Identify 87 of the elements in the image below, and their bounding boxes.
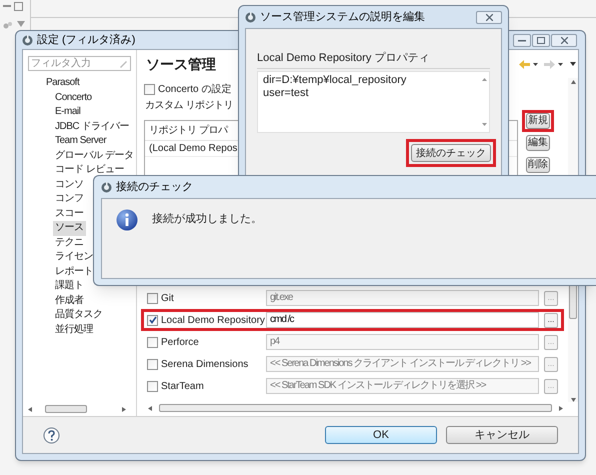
tree-item[interactable]: E-mail <box>53 105 82 120</box>
tree-item[interactable]: Team Server <box>53 134 108 148</box>
browse-button[interactable]: ... <box>544 312 558 328</box>
info-icon <box>116 209 138 231</box>
group-label: Local Demo Repository プロパティ <box>257 51 430 65</box>
up-arrow-icon <box>570 80 576 84</box>
input-field[interactable]: p4 <box>266 334 539 350</box>
tree-item[interactable]: Parasoft <box>44 76 82 90</box>
checkbox[interactable] <box>147 336 158 348</box>
scroll-thumb[interactable] <box>159 404 552 412</box>
properties-textarea[interactable]: dir=D:¥temp¥local_repository user=test <box>257 71 490 133</box>
scroll-thumb[interactable] <box>45 405 87 413</box>
down-arrow-icon <box>570 398 576 402</box>
app-icon <box>101 182 112 192</box>
button[interactable]: 編集 <box>526 135 550 151</box>
tree-item[interactable]: テクニ <box>53 236 86 250</box>
close-icon <box>560 36 568 44</box>
caret-icon <box>533 62 538 66</box>
checkbox[interactable] <box>147 292 158 304</box>
close-icon <box>486 14 492 20</box>
input-field[interactable]: << Serena Dimensions クライアント インストール ディレクトリ >> <box>266 356 539 372</box>
tree-item[interactable]: Concerto <box>53 90 94 105</box>
menu-caret-icon <box>17 21 25 27</box>
app-icon <box>22 34 33 46</box>
tree-item[interactable]: 課題ト <box>53 279 86 294</box>
tree-item[interactable]: 並行処理 <box>53 322 95 337</box>
dialog-title: ソース管理システムの説明を編集 <box>260 10 425 25</box>
right-arrow-icon <box>559 406 563 410</box>
left-arrow-icon <box>148 406 152 410</box>
text-line: dir=D:¥temp¥local_repository <box>263 74 406 87</box>
ok-button[interactable]: OK <box>325 426 437 444</box>
checkbox-label: Git <box>161 292 174 306</box>
app-icon <box>245 12 256 22</box>
close-button[interactable] <box>551 34 577 46</box>
button[interactable]: 新規 <box>526 113 550 129</box>
back-arrow-icon <box>519 60 530 68</box>
tree-item[interactable]: コード レビュー <box>53 163 126 178</box>
clear-icon <box>119 59 128 68</box>
dialog-title: 接続のチェック <box>116 180 193 195</box>
tree-item[interactable]: JDBC ドライバー <box>53 120 131 134</box>
checkbox-label: Concerto の設定 <box>158 82 232 96</box>
maximize-button[interactable] <box>532 34 550 46</box>
menu-caret-icon <box>570 62 576 66</box>
check-icon <box>148 316 156 324</box>
tree-item[interactable]: コンフ <box>53 192 86 206</box>
checkbox-label: Local Demo Repository <box>161 314 265 328</box>
tree-item[interactable]: コンソ <box>53 178 86 192</box>
caret-icon <box>558 62 563 66</box>
tree-item[interactable]: 作成者 <box>53 294 86 308</box>
down-arrow-icon <box>482 123 486 126</box>
input-field[interactable]: git.exe <box>266 290 539 306</box>
window-title: 設定 (フィルタ済み) <box>37 32 136 48</box>
input-field[interactable]: << StarTeam SDK インストール ディレクトリを選択 >> <box>266 378 539 394</box>
forward-arrow-icon <box>544 60 555 68</box>
tree-item[interactable]: グローバル データ <box>53 148 136 163</box>
checkbox-label: StarTeam <box>161 380 204 394</box>
minimize-button[interactable] <box>513 34 531 46</box>
tree-item[interactable]: レポート <box>53 264 95 279</box>
minimize-icon <box>518 38 526 42</box>
checkbox[interactable] <box>147 314 158 326</box>
tree-item[interactable]: 品質タスク <box>53 308 104 322</box>
input-field[interactable]: cmd /c <box>266 312 539 328</box>
close-button[interactable] <box>476 10 502 24</box>
button[interactable]: 削除 <box>526 157 550 173</box>
button[interactable]: 接続のチェック <box>411 144 491 162</box>
left-arrow-icon <box>28 406 32 412</box>
page-title: ソース管理 <box>146 54 216 74</box>
up-arrow-icon <box>482 78 486 81</box>
checkbox-label: Serena Dimensions <box>161 358 248 372</box>
toolbar-icon <box>3 21 12 30</box>
section-label: カスタム リポジトリ <box>144 99 233 113</box>
message-text: 接続が成功しました。 <box>152 212 262 227</box>
right-arrow-icon <box>122 406 126 412</box>
minimize-icon <box>3 2 11 10</box>
filter-field[interactable]: フィルタ入力 <box>28 56 131 71</box>
tree-item[interactable]: スコー <box>53 206 86 221</box>
maximize-icon <box>537 36 545 44</box>
tree-item[interactable]: ライセン <box>53 250 95 264</box>
text-line: user=test <box>263 87 309 100</box>
checkbox[interactable] <box>147 380 158 392</box>
checkbox[interactable] <box>144 84 155 94</box>
checkbox[interactable] <box>147 358 158 370</box>
help-icon <box>43 426 60 444</box>
cancel-button[interactable]: キャンセル <box>446 426 558 444</box>
checkbox-label: Perforce <box>161 336 199 350</box>
tree-item[interactable]: ソース <box>53 221 86 236</box>
maximize-icon <box>14 2 23 11</box>
